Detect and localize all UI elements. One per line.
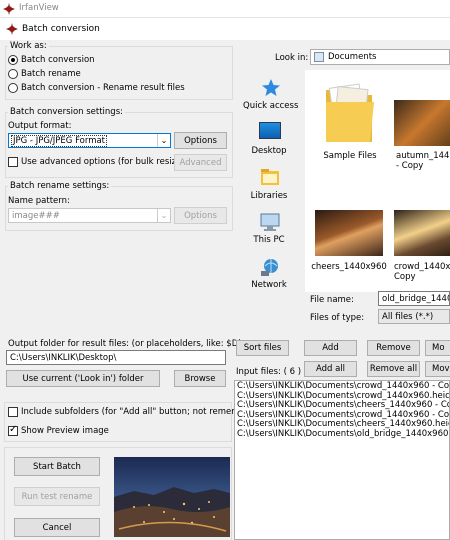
file-list-view[interactable]: Sample Files autumn_1440x - Copy cheers_…	[305, 70, 450, 292]
include-subfolders-label[interactable]: Include subfolders (for "Add all" button…	[21, 407, 267, 417]
output-folder-label: Output folder for result files: (or plac…	[8, 339, 242, 349]
file-name-input[interactable]: old_bridge_1440x9	[378, 291, 450, 306]
network-icon	[260, 257, 280, 277]
move-down-button[interactable]: Mov	[425, 361, 450, 377]
conversion-settings-legend: Batch conversion settings:	[8, 107, 125, 117]
show-preview-checkbox[interactable]	[8, 424, 18, 436]
files-of-type-select[interactable]: All files (*.*)	[378, 309, 450, 324]
list-item[interactable]: C:\Users\INKLIK\Documents\old_bridge_144…	[237, 429, 449, 440]
file-name-value: old_bridge_1440x9	[382, 293, 449, 304]
file-name-label: File name:	[310, 295, 354, 305]
advanced-options-checkbox[interactable]	[8, 157, 18, 167]
radio-conversion-rename[interactable]	[8, 83, 18, 93]
radio-batch-rename[interactable]	[8, 69, 18, 79]
file-item-label[interactable]: cheers_1440x960	[311, 262, 387, 272]
irfanview-logo-icon	[3, 3, 15, 15]
file-item-label[interactable]: crowd_1440x9 Copy	[388, 262, 450, 282]
output-format-select[interactable]: JPG - JPG/JPEG Format ⌄	[8, 133, 171, 148]
place-desktop[interactable]: Desktop	[243, 146, 295, 156]
crowd-thumbnail[interactable]	[394, 210, 450, 256]
input-files-label: Input files: ( 6 )	[236, 367, 302, 377]
app-title-bar: IrfanView	[0, 0, 450, 18]
files-of-type-label: Files of type:	[310, 313, 365, 323]
remove-all-button[interactable]: Remove all	[367, 361, 420, 377]
folder-thumbnail[interactable]	[322, 80, 377, 146]
remove-button[interactable]: Remove	[367, 340, 420, 356]
show-preview-label[interactable]: Show Preview image	[21, 426, 109, 436]
name-pattern-value: image###	[12, 210, 60, 221]
advanced-button[interactable]: Advanced	[174, 154, 227, 171]
places-bar: Quick access Desktop Libraries This PC N…	[243, 72, 299, 302]
preview-image	[114, 457, 230, 537]
look-in-label: Look in:	[275, 53, 309, 63]
rename-options-button[interactable]: Options	[174, 207, 227, 224]
place-quick-access[interactable]: Quick access	[243, 101, 298, 111]
this-pc-icon	[259, 212, 281, 232]
dialog-icon	[6, 23, 18, 35]
run-test-rename-button[interactable]: Run test rename	[14, 487, 100, 506]
output-folder-value: C:\Users\INKLIK\Desktop\	[10, 352, 117, 363]
radio-batch-rename-label[interactable]: Batch rename	[21, 69, 81, 79]
chevron-down-icon: ⌄	[157, 209, 170, 222]
libraries-icon	[260, 168, 280, 186]
place-libraries[interactable]: Libraries	[243, 191, 295, 201]
place-network[interactable]: Network	[243, 280, 295, 290]
start-batch-button[interactable]: Start Batch	[14, 457, 100, 476]
app-title: IrfanView	[19, 3, 59, 13]
documents-folder-icon	[314, 52, 324, 62]
move-up-button[interactable]: Mo	[425, 340, 450, 356]
name-pattern-input[interactable]: image### ⌄	[8, 208, 171, 223]
input-files-list[interactable]: C:\Users\INKLIK\Documents\crowd_1440x960…	[234, 380, 450, 540]
place-this-pc[interactable]: This PC	[243, 235, 295, 245]
output-format-label: Output format:	[8, 121, 72, 131]
radio-batch-conversion[interactable]	[8, 55, 18, 65]
dialog-title-bar: Batch conversion	[0, 18, 450, 40]
desktop-icon	[259, 122, 281, 139]
radio-conversion-rename-label[interactable]: Batch conversion - Rename result files	[21, 83, 185, 93]
rename-settings-legend: Batch rename settings:	[8, 181, 112, 191]
autumn-thumbnail[interactable]	[394, 100, 450, 146]
include-subfolders-checkbox[interactable]	[8, 407, 18, 417]
file-item-label[interactable]: autumn_1440x - Copy	[388, 151, 450, 171]
add-all-button[interactable]: Add all	[304, 361, 357, 377]
output-folder-input[interactable]: C:\Users\INKLIK\Desktop\	[6, 350, 226, 365]
chevron-down-icon: ⌄	[157, 134, 170, 147]
quick-access-icon	[261, 78, 281, 98]
use-current-folder-button[interactable]: Use current ('Look in') folder	[6, 370, 160, 387]
radio-batch-conversion-label[interactable]: Batch conversion	[21, 55, 95, 65]
cancel-button[interactable]: Cancel	[14, 518, 100, 537]
files-of-type-value: All files (*.*)	[382, 311, 434, 322]
conversion-options-button[interactable]: Options	[174, 132, 227, 149]
file-item-label[interactable]: Sample Files	[315, 151, 385, 161]
advanced-options-label[interactable]: Use advanced options (for bulk resize...…	[21, 157, 193, 167]
cheers-thumbnail[interactable]	[315, 210, 383, 256]
work-as-legend: Work as:	[8, 41, 49, 51]
output-format-value: JPG - JPG/JPEG Format	[10, 134, 108, 147]
name-pattern-label: Name pattern:	[8, 196, 70, 206]
sort-files-button[interactable]: Sort files	[236, 340, 289, 356]
add-button[interactable]: Add	[304, 340, 357, 356]
browse-button[interactable]: Browse	[174, 370, 226, 387]
dialog-title: Batch conversion	[22, 24, 100, 34]
look-in-value: Documents	[328, 52, 377, 62]
look-in-select[interactable]: Documents	[310, 49, 450, 65]
